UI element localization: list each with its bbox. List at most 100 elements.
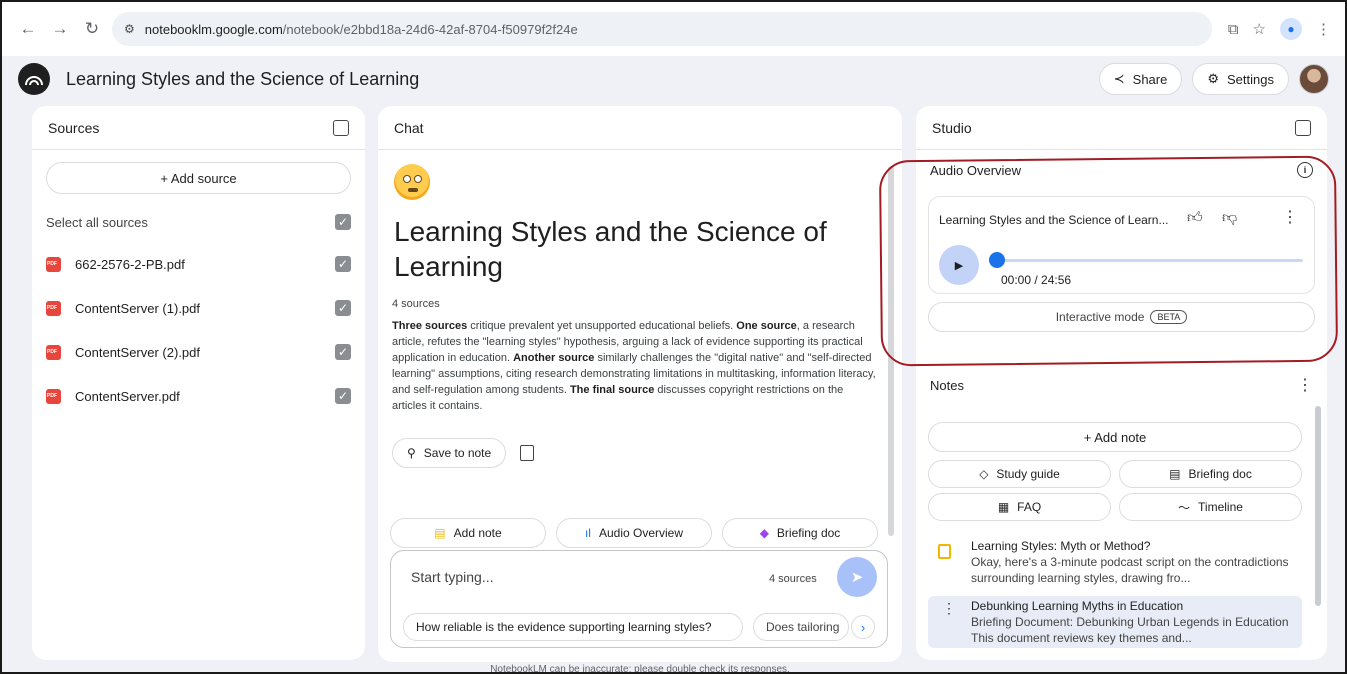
source-checkbox[interactable]: ✓: [335, 300, 351, 316]
source-checkbox[interactable]: ✓: [335, 344, 351, 360]
more-options-icon[interactable]: ⋮: [1282, 207, 1298, 227]
chat-notebook-title: Learning Styles and the Science of Learn…: [394, 216, 827, 282]
briefing-doc-button[interactable]: ▤ Briefing doc: [1119, 460, 1302, 488]
pdf-icon: [46, 344, 61, 360]
info-icon[interactable]: i: [1297, 162, 1313, 178]
progress-knob[interactable]: [989, 252, 1005, 268]
thumbs-up-icon[interactable]: 👍︎: [1187, 209, 1203, 227]
quick-actions: ▤ Add note ıl Audio Overview ◆ Briefing …: [390, 518, 878, 548]
avatar[interactable]: [1299, 64, 1329, 94]
forward-icon[interactable]: →: [48, 17, 72, 41]
copy-icon[interactable]: [520, 445, 535, 461]
thinking-face-icon: [394, 164, 430, 200]
note-actions-row: ▦ FAQ 〜 Timeline: [928, 493, 1302, 521]
notes-scrollbar[interactable]: [1315, 406, 1321, 606]
share-icon: ≺: [1113, 71, 1125, 86]
notes-more-icon[interactable]: ⋮: [1297, 375, 1313, 395]
suggestion-chip[interactable]: Does tailoring: [753, 613, 849, 641]
sources-panel: Sources + Add source Select all sources …: [32, 106, 365, 660]
document-icon: ▤: [1169, 467, 1181, 481]
chat-composer: Start typing... 4 sources ➤ How reliable…: [390, 550, 888, 648]
note-item[interactable]: ⋮ Debunking Learning Myths in Education …: [928, 596, 1302, 648]
note-icon: ▤: [434, 526, 446, 540]
timeline-button[interactable]: 〜 Timeline: [1119, 493, 1302, 521]
note-actions-row: ◇ Study guide ▤ Briefing doc: [928, 460, 1302, 488]
chat-panel: Chat Learning Styles and the Science of …: [378, 106, 902, 662]
gear-icon: ⚙: [1207, 71, 1220, 86]
source-item[interactable]: ContentServer.pdf ✓: [32, 374, 365, 418]
suggestion-chip[interactable]: How reliable is the evidence supporting …: [403, 613, 743, 641]
browser-menu-icon[interactable]: ⋮: [1316, 20, 1331, 38]
back-icon[interactable]: ←: [16, 17, 40, 41]
audio-overview-card: Learning Styles and the Science of Learn…: [928, 196, 1315, 294]
save-to-note-button[interactable]: ⚲ Save to note: [392, 438, 507, 468]
browser-actions: ⧉ ☆ ● ⋮: [1228, 18, 1331, 40]
notebooklm-logo-icon[interactable]: [18, 63, 50, 95]
source-item[interactable]: ContentServer (1).pdf ✓: [32, 286, 365, 330]
audio-overview-button[interactable]: ıl Audio Overview: [556, 518, 712, 548]
profile-icon[interactable]: ●: [1280, 18, 1302, 40]
audio-overview-header: Audio Overview i: [916, 150, 1327, 190]
reload-icon[interactable]: ↻: [80, 17, 104, 41]
pdf-icon: [46, 256, 61, 272]
notebook-summary: Three sources critique prevalent yet uns…: [392, 320, 876, 412]
audio-title: Learning Styles and the Science of Learn…: [939, 213, 1169, 227]
settings-button[interactable]: ⚙ Settings: [1192, 63, 1289, 95]
summary-actions: ⚲ Save to note: [392, 438, 902, 468]
study-guide-button[interactable]: ◇ Study guide: [928, 460, 1111, 488]
source-checkbox[interactable]: ✓: [335, 256, 351, 272]
studio-panel: Studio Audio Overview i Learning Styles …: [916, 106, 1327, 660]
note-icon: [938, 544, 951, 559]
audio-progress-bar[interactable]: [989, 252, 1303, 268]
app-header: Learning Styles and the Science of Learn…: [2, 56, 1345, 102]
browser-toolbar: ← → ↻ ⚙ notebooklm.google.com/notebook/e…: [2, 2, 1345, 56]
site-info-icon[interactable]: ⚙: [124, 22, 135, 36]
collapse-panel-icon[interactable]: [1295, 119, 1311, 136]
audio-time: 00:00 / 24:56: [1001, 273, 1072, 287]
select-all-row[interactable]: Select all sources ✓: [32, 202, 365, 242]
source-checkbox[interactable]: ✓: [335, 388, 351, 404]
play-button[interactable]: ▶: [939, 245, 979, 285]
send-button[interactable]: ➤: [837, 557, 877, 597]
pdf-icon: [46, 300, 61, 316]
app-window: ← → ↻ ⚙ notebooklm.google.com/notebook/e…: [0, 0, 1347, 674]
interactive-mode-button[interactable]: Interactive mode BETA: [928, 302, 1315, 332]
faq-icon: ▦: [997, 500, 1010, 514]
chat-input[interactable]: Start typing...: [411, 569, 493, 585]
pin-icon: ⚲: [407, 446, 416, 460]
add-source-button[interactable]: + Add source: [46, 162, 351, 194]
bookmark-star-icon[interactable]: ☆: [1253, 20, 1266, 38]
source-count: 4 sources: [392, 298, 440, 310]
add-note-button[interactable]: + Add note: [928, 422, 1302, 452]
notebook-title[interactable]: Learning Styles and the Science of Learn…: [66, 69, 419, 90]
chevron-right-icon[interactable]: ›: [851, 615, 875, 639]
disclaimer: NotebookLM can be inaccurate; please dou…: [490, 664, 790, 674]
composer-source-count: 4 sources: [769, 573, 817, 585]
cast-icon[interactable]: ⧉: [1228, 21, 1239, 38]
chat-header: Chat: [378, 106, 902, 150]
studio-header: Studio: [916, 106, 1327, 150]
note-item[interactable]: Learning Styles: Myth or Method? Okay, h…: [928, 536, 1302, 588]
note-more-icon[interactable]: ⋮: [942, 600, 956, 616]
source-item[interactable]: 662-2576-2-PB.pdf ✓: [32, 242, 365, 286]
thumbs-down-icon[interactable]: 👎︎: [1222, 209, 1237, 227]
audio-wave-icon: ıl: [584, 526, 591, 540]
address-bar[interactable]: ⚙ notebooklm.google.com/notebook/e2bbd18…: [112, 12, 1212, 46]
faq-button[interactable]: ▦ FAQ: [928, 493, 1111, 521]
chat-scrollbar[interactable]: [888, 166, 894, 536]
briefing-doc-button[interactable]: ◆ Briefing doc: [722, 518, 878, 548]
sources-header: Sources: [32, 106, 365, 150]
collapse-panel-icon[interactable]: [333, 119, 349, 136]
header-actions: ≺ Share ⚙ Settings: [1098, 63, 1329, 95]
notes-header: Notes ⋮: [930, 375, 1313, 395]
timeline-icon: 〜: [1178, 500, 1191, 515]
graduation-cap-icon: ◇: [979, 467, 989, 481]
graduation-cap-icon: ◆: [759, 526, 769, 540]
share-button[interactable]: ≺ Share: [1098, 63, 1183, 95]
url-text: notebooklm.google.com/notebook/e2bbd18a-…: [144, 21, 578, 37]
pdf-icon: [46, 388, 61, 404]
add-note-button[interactable]: ▤ Add note: [390, 518, 546, 548]
beta-badge: BETA: [1150, 310, 1188, 324]
select-all-checkbox[interactable]: ✓: [335, 214, 351, 230]
source-item[interactable]: ContentServer (2).pdf ✓: [32, 330, 365, 374]
